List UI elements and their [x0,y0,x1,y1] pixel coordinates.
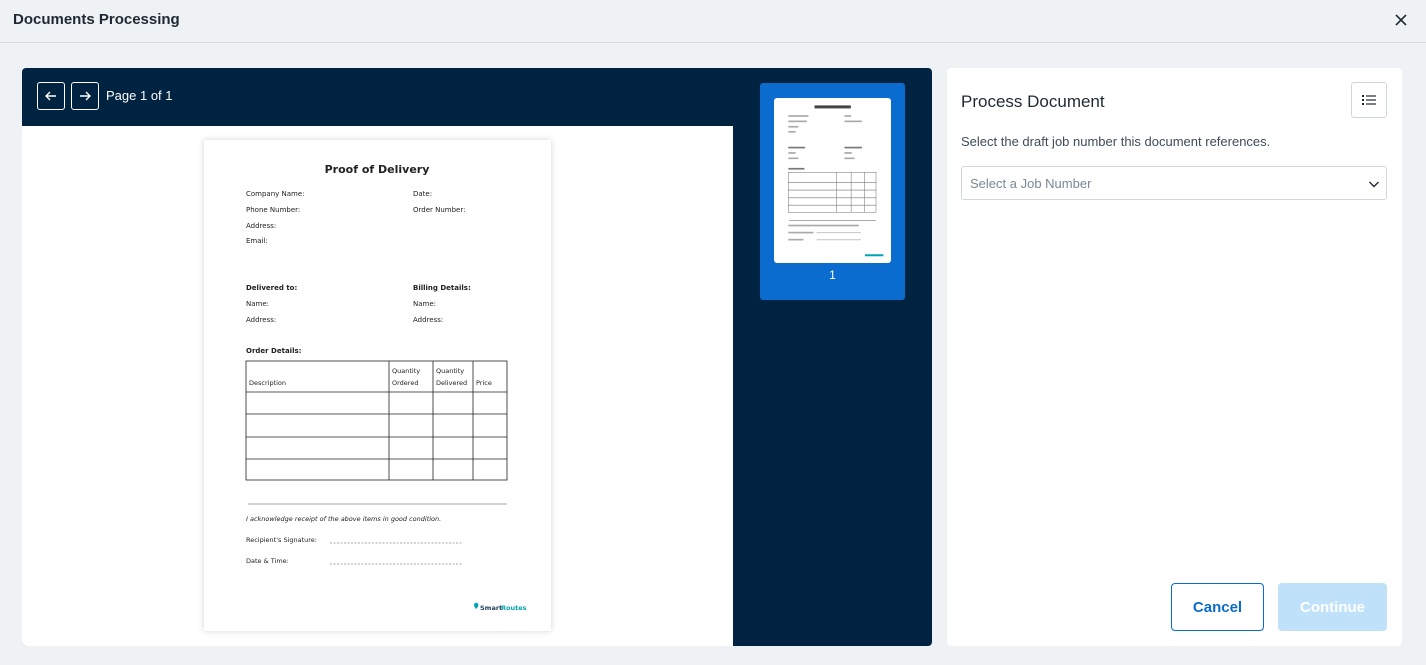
doc-order-number: Order Number: [413,206,465,214]
doc-company-name: Company Name: [246,190,305,198]
job-number-select[interactable]: Select a Job Number [961,166,1387,200]
list-view-button[interactable] [1351,82,1387,118]
doc-billing-address: Address: [413,316,443,324]
smartroutes-logo: Smart Routes [473,602,527,612]
doc-phone: Phone Number: [246,206,300,214]
doc-address: Address: [246,222,276,230]
doc-date-time-label: Date & Time: [246,557,289,565]
list-icon [1362,95,1376,105]
panel-description: Select the draft job number this documen… [961,134,1271,149]
page-indicator: Page 1 of 1 [106,88,173,103]
cancel-button[interactable]: Cancel [1171,583,1264,631]
doc-col-qty-delivered-2: Delivered [436,379,467,387]
process-document-panel: Process Document Select the draft job nu… [947,68,1402,646]
next-page-button[interactable] [71,82,99,110]
doc-col-description: Description [249,379,286,387]
doc-billing-name: Name: [413,300,436,308]
doc-col-qty-ordered-2: Ordered [392,379,418,387]
window-title: Documents Processing [13,11,180,28]
continue-button[interactable]: Continue [1278,583,1387,631]
doc-date: Date: [413,190,432,198]
previous-page-button[interactable] [37,82,65,110]
doc-col-price: Price [476,379,492,387]
brand-smart: Smart [480,604,502,612]
doc-signature-label: Recipient's Signature: [246,536,317,544]
doc-title: Proof of Delivery [325,163,430,176]
doc-billing-details: Billing Details: [413,284,471,292]
arrow-right-icon [80,91,91,101]
panel-heading: Process Document [961,92,1105,111]
job-number-placeholder: Select a Job Number [970,176,1092,191]
thumbnail-page-number: 1 [829,268,836,282]
thumbnail-image [774,98,891,263]
close-icon[interactable] [1392,11,1410,29]
doc-delivered-to: Delivered to: [246,284,297,292]
document-canvas: Proof of Delivery Company Name: Date: Ph… [22,126,733,646]
title-bar: Documents Processing [0,0,1426,43]
document-viewer: Page 1 of 1 Proof of Delivery Company Na… [22,68,932,646]
thumbnail-preview [788,105,884,257]
brand-routes: Routes [501,604,527,612]
arrow-left-icon [45,91,56,101]
doc-col-qty-delivered-1: Quantity [436,367,464,375]
proof-of-delivery-page: Proof of Delivery Company Name: Date: Ph… [245,163,527,612]
chevron-down-icon [1369,181,1379,188]
document-page: Proof of Delivery Company Name: Date: Ph… [204,140,551,631]
doc-col-qty-ordered-1: Quantity [392,367,420,375]
doc-acknowledge: I acknowledge receipt of the above items… [246,515,441,523]
doc-order-details: Order Details: [246,347,302,355]
doc-delivered-name: Name: [246,300,269,308]
page-thumbnail-1[interactable]: 1 [760,83,905,300]
doc-email: Email: [246,237,268,245]
doc-delivered-address: Address: [246,316,276,324]
